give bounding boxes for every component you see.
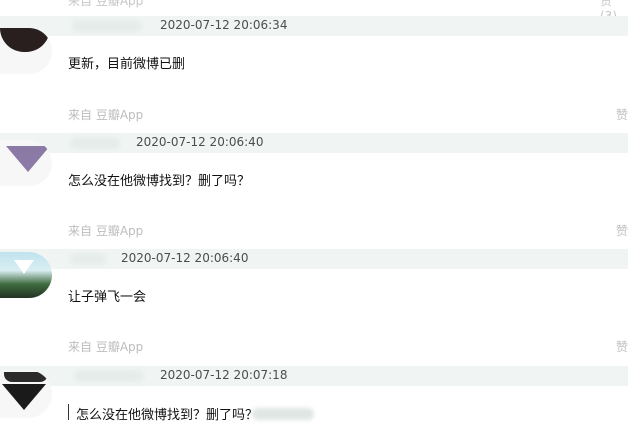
like-button[interactable]: 赞 [616, 106, 628, 123]
top-source-fragment: 来自 豆瓣App [68, 0, 144, 8]
avatar-image [0, 28, 50, 52]
avatar-image-detail [14, 260, 34, 274]
comment-text: 怎么没在他微博找到？删了吗？ [76, 408, 259, 423]
comment-time: 2020-07-12 20:06:34 [160, 18, 288, 32]
comment-time: 2020-07-12 20:07:18 [160, 368, 288, 382]
blurred-username [70, 253, 106, 265]
like-button[interactable]: 赞 [616, 338, 628, 355]
avatar[interactable] [0, 140, 52, 186]
blurred-username [72, 20, 142, 32]
comment-source[interactable]: 来自 豆瓣App [68, 338, 143, 355]
comment-text: 让子弹飞一会 [68, 290, 147, 305]
comment-text: 更新，目前微博已删 [68, 57, 186, 72]
avatar-image [6, 146, 50, 172]
like-button[interactable]: 赞 [616, 222, 628, 239]
avatar-image-detail [4, 372, 48, 382]
comment-source[interactable]: 来自 豆瓣App [68, 106, 143, 123]
comment-header: 2020-07-12 20:06:34 [0, 16, 628, 36]
blurred-mention [252, 408, 314, 420]
comment-source[interactable]: 来自 豆瓣App [68, 222, 143, 239]
avatar[interactable] [0, 28, 52, 74]
comment-time: 2020-07-12 20:06:40 [136, 135, 264, 149]
avatar-image [0, 252, 52, 298]
avatar[interactable] [0, 252, 52, 298]
avatar-image [2, 384, 46, 410]
text-cursor [68, 404, 69, 420]
comment-time: 2020-07-12 20:06:40 [121, 251, 249, 265]
comment-header: 2020-07-12 20:06:40 [0, 249, 628, 269]
blurred-username [74, 370, 144, 382]
blurred-username [70, 137, 120, 149]
top-cropped-strip: 来自 豆瓣App 赞 (3) [0, 0, 628, 23]
comment-text: 怎么没在他微博找到？删了吗？ [68, 174, 251, 189]
avatar[interactable] [0, 370, 52, 418]
comment-header: 2020-07-12 20:06:40 [0, 133, 628, 153]
comment-header: 2020-07-12 20:07:18 [0, 366, 628, 386]
